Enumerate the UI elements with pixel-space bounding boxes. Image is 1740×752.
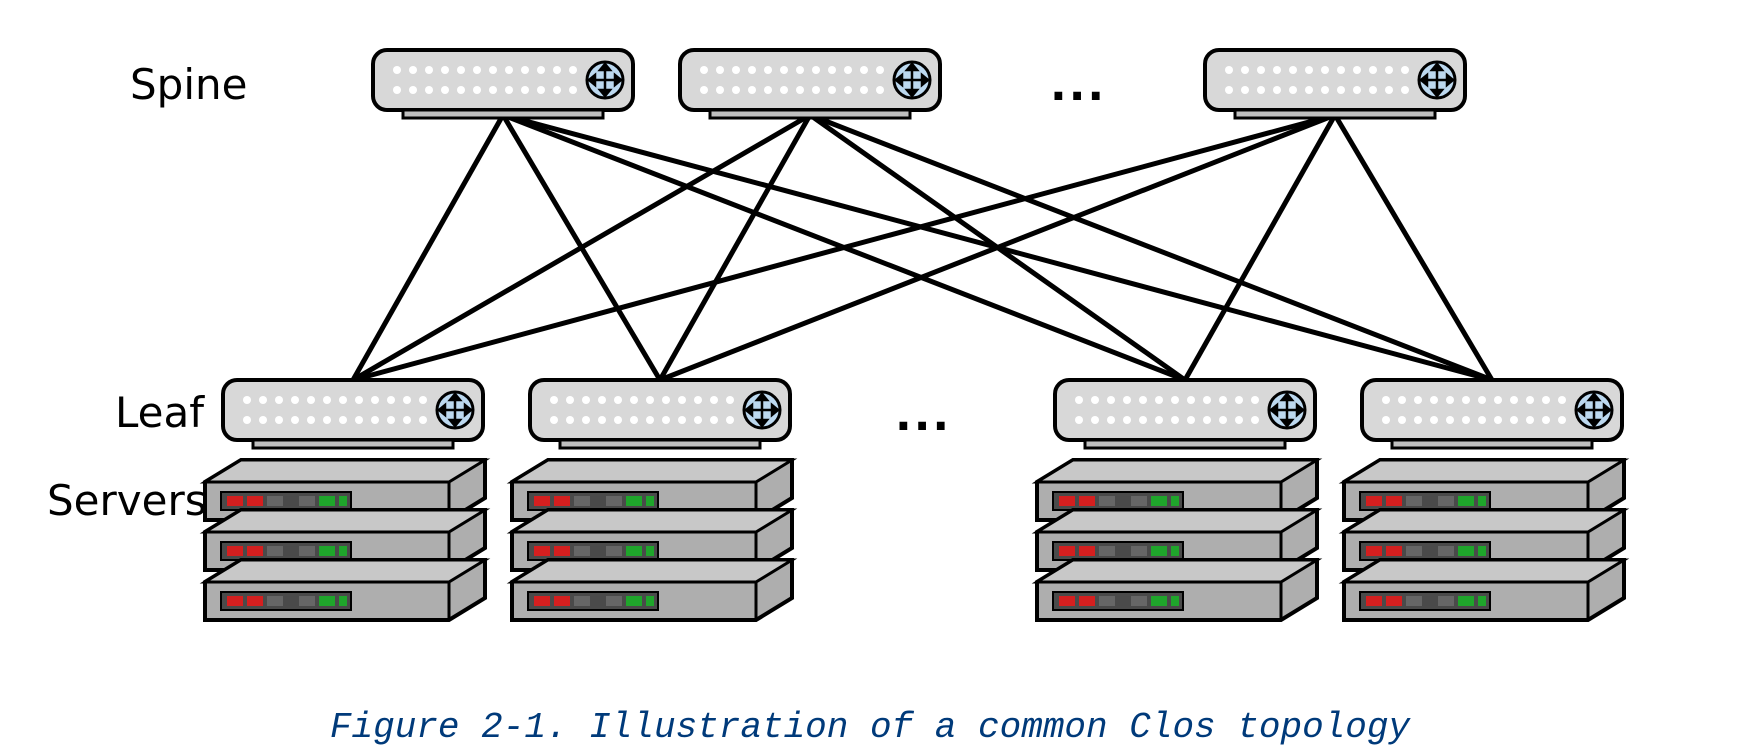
spine-switch-icon [373,50,633,118]
spine-ellipsis: ... [1050,60,1106,111]
spine-switch-icon [680,50,940,118]
spine-label: Spine [130,60,247,109]
leaf-switch-icon [530,380,790,448]
figure-caption: Figure 2-1. Illustration of a common Clo… [0,707,1740,748]
servers-label: Servers [47,476,207,525]
server-stack-icon [1344,460,1624,620]
spine-switch-icon [1205,50,1465,118]
devices-layer [0,0,1740,752]
leaf-label: Leaf [115,388,204,437]
server-stack-icon [512,460,792,620]
clos-topology-diagram: Spine Leaf Servers ... ... Figure 2-1. I… [0,0,1740,752]
server-stack-icon [1037,460,1317,620]
server-stack-icon [205,460,485,620]
leaf-switch-icon [1055,380,1315,448]
leaf-ellipsis: ... [895,390,951,441]
leaf-switch-icon [223,380,483,448]
leaf-switch-icon [1362,380,1622,448]
